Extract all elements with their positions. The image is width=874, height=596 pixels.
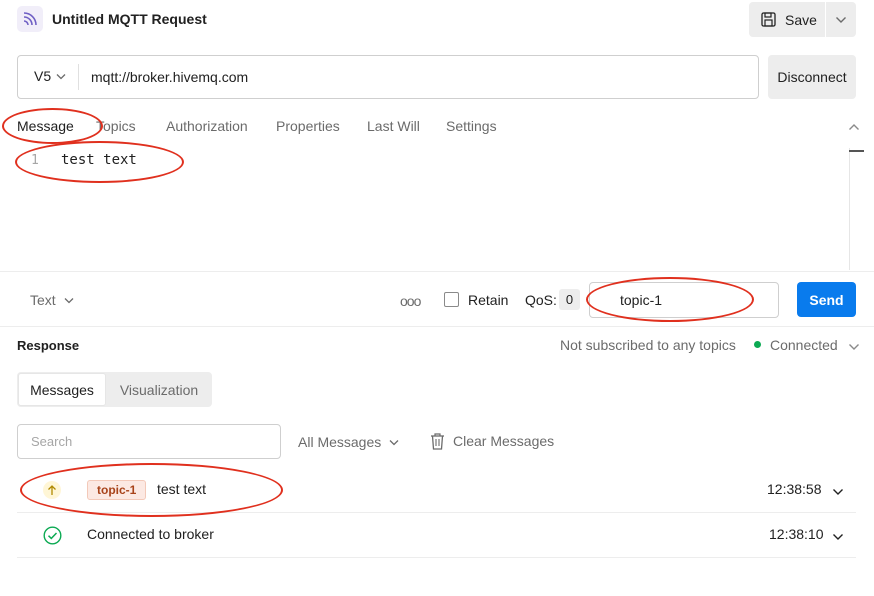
message-filter-select[interactable]: All Messages: [298, 434, 399, 450]
mqtt-app-icon: [17, 6, 43, 32]
annotation-ellipse: [20, 463, 283, 517]
divider: [0, 271, 874, 272]
version-select[interactable]: V5: [34, 68, 66, 84]
url-divider: [78, 64, 79, 90]
editor-scroll-thumb[interactable]: [849, 150, 864, 152]
broadcast-icon: [23, 12, 37, 26]
clear-messages-button[interactable]: Clear Messages: [430, 432, 554, 450]
editor-scrollbar[interactable]: [849, 148, 850, 270]
qos-select[interactable]: 0: [559, 289, 580, 310]
save-button[interactable]: Save: [749, 2, 856, 37]
tab-settings[interactable]: Settings: [446, 118, 497, 134]
chevron-up-icon: [849, 124, 859, 130]
chevron-down-icon: [836, 16, 846, 23]
format-select[interactable]: Text: [30, 292, 74, 308]
disconnect-button[interactable]: Disconnect: [768, 55, 856, 99]
chevron-down-icon: [64, 297, 74, 303]
chevron-down-icon: [56, 73, 66, 79]
annotation-ellipse: [586, 277, 754, 322]
collapse-button[interactable]: [848, 118, 860, 134]
send-button[interactable]: Send: [797, 282, 856, 317]
chevron-down-icon: [833, 489, 843, 495]
connection-menu-button[interactable]: [848, 338, 860, 354]
more-options-icon[interactable]: ooo: [400, 293, 421, 309]
qos-label: QoS:: [525, 292, 557, 308]
message-row[interactable]: Connected to broker 12:38:10: [17, 513, 856, 558]
tab-properties[interactable]: Properties: [276, 118, 340, 134]
tab-authorization[interactable]: Authorization: [166, 118, 248, 134]
save-options-button[interactable]: [826, 2, 856, 37]
search-input[interactable]: [17, 424, 281, 459]
response-title: Response: [17, 338, 80, 353]
annotation-ellipse: [15, 141, 184, 183]
filter-label: All Messages: [298, 434, 382, 450]
url-input[interactable]: mqtt://broker.hivemq.com: [91, 69, 248, 85]
url-bar: V5 mqtt://broker.hivemq.com: [17, 55, 759, 99]
annotation-ellipse: [2, 108, 103, 144]
tab-visualization[interactable]: Visualization: [107, 373, 211, 406]
save-label: Save: [785, 11, 817, 28]
connection-status[interactable]: Connected: [770, 337, 838, 353]
save-main-button[interactable]: Save: [749, 2, 826, 37]
trash-icon: [431, 433, 444, 450]
check-circle-icon: [43, 526, 62, 548]
message-time: 12:38:10: [769, 526, 824, 542]
chevron-down-icon: [389, 439, 399, 445]
subscription-status: Not subscribed to any topics: [560, 337, 736, 353]
connected-dot-icon: [754, 341, 761, 348]
expand-message-button[interactable]: [832, 483, 844, 499]
version-label: V5: [34, 68, 52, 84]
clear-messages-label: Clear Messages: [453, 433, 555, 449]
expand-message-button[interactable]: [832, 528, 844, 544]
retain-label: Retain: [468, 292, 509, 308]
tab-last-will[interactable]: Last Will: [367, 118, 420, 134]
divider: [0, 326, 874, 327]
format-label: Text: [30, 292, 56, 308]
message-text: Connected to broker: [87, 526, 214, 542]
chevron-down-icon: [849, 344, 859, 350]
chevron-down-icon: [833, 534, 843, 540]
message-time: 12:38:58: [767, 481, 822, 497]
tab-messages[interactable]: Messages: [18, 373, 106, 406]
request-title[interactable]: Untitled MQTT Request: [52, 11, 207, 27]
retain-checkbox[interactable]: [444, 292, 459, 307]
save-icon: [761, 12, 776, 27]
response-view-tabs: Messages Visualization: [17, 372, 212, 407]
